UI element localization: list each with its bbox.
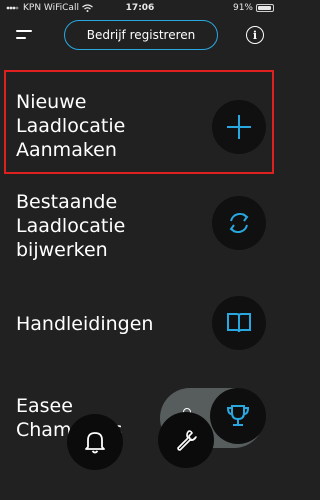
trophy-icon[interactable] xyxy=(210,388,266,444)
sync-icon xyxy=(212,196,266,250)
battery-info: 91% xyxy=(233,3,274,13)
info-icon[interactable]: i xyxy=(246,26,264,44)
wrench-icon xyxy=(177,430,197,451)
menu-item-new-location[interactable]: Nieuwe Laadlocatie Aanmaken xyxy=(0,82,280,168)
notifications-button[interactable] xyxy=(67,414,123,470)
menu-item-manuals[interactable]: Handleidingen xyxy=(0,296,280,352)
menu-line-bottom xyxy=(16,37,26,39)
battery-fill xyxy=(258,6,271,10)
register-company-button[interactable]: Bedrijf registreren xyxy=(64,20,218,50)
battery-percentage: 91% xyxy=(232,3,253,13)
book-icon xyxy=(212,296,266,350)
menu-item-label: Nieuwe Laadlocatie Aanmaken xyxy=(16,91,126,161)
bell-icon xyxy=(85,432,105,454)
header: Bedrijf registreren i xyxy=(0,20,280,56)
menu-item-label: Bestaande Laadlocatie bijwerken xyxy=(16,191,126,261)
status-bar: KPN WiFiCall 17:06 91% xyxy=(0,0,280,20)
plus-icon xyxy=(212,100,266,154)
menu-item-label: Handleidingen xyxy=(16,313,154,335)
hamburger-menu-icon[interactable] xyxy=(16,28,34,42)
menu-item-update-location[interactable]: Bestaande Laadlocatie bijwerken xyxy=(0,182,280,268)
menu-line-top xyxy=(16,30,32,32)
tools-button[interactable] xyxy=(158,412,214,468)
battery-icon xyxy=(256,4,274,12)
